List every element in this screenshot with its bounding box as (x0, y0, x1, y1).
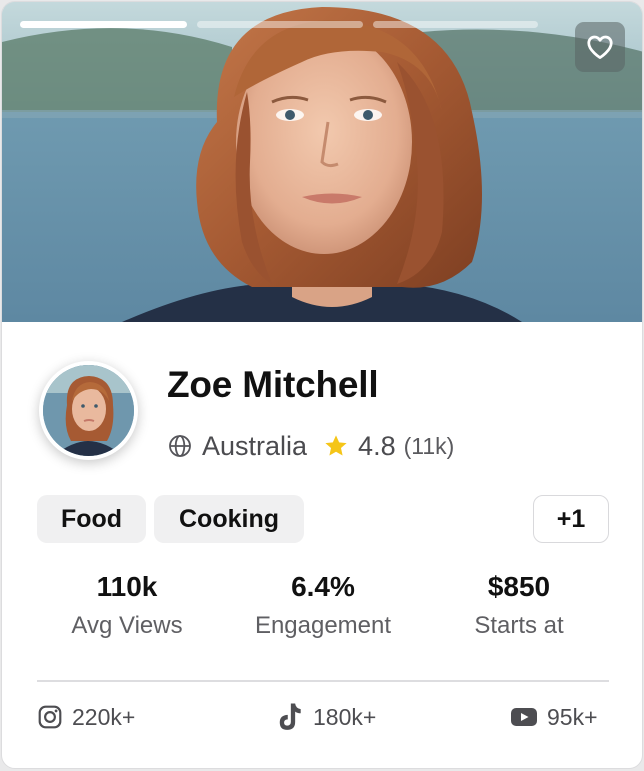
stat-starting-price: $850 Starts at (429, 568, 609, 641)
tag-cooking[interactable]: Cooking (154, 495, 304, 543)
carousel-progress-3[interactable] (373, 21, 538, 28)
stat-label: Avg Views (71, 612, 183, 639)
stat-avg-views: 110k Avg Views (37, 568, 217, 641)
portrait-photo (2, 2, 642, 322)
stat-label: Starts at (474, 612, 564, 639)
star-icon (325, 435, 347, 456)
social-tiktok[interactable]: 180k+ (274, 699, 376, 735)
instagram-icon (37, 704, 63, 730)
favorite-button[interactable] (575, 22, 625, 72)
review-count: (11k) (403, 432, 455, 459)
heart-icon (587, 35, 613, 59)
stat-value: 6.4% (291, 571, 355, 602)
more-tags-button[interactable]: +1 (533, 495, 609, 543)
social-youtube[interactable]: 95k+ (510, 699, 598, 735)
tag-food[interactable]: Food (37, 495, 146, 543)
stat-value: $850 (487, 571, 551, 602)
carousel-progress-2[interactable] (197, 21, 363, 28)
tiktok-followers: 180k+ (313, 703, 377, 730)
social-instagram[interactable]: 220k+ (37, 699, 135, 735)
stat-engagement: 6.4% Engagement (233, 568, 413, 641)
rating-value: 4.8 (358, 430, 396, 461)
youtube-icon (510, 706, 538, 728)
stat-label: Engagement (254, 612, 392, 639)
tiktok-icon (274, 701, 304, 733)
stat-value: 110k (96, 571, 158, 602)
creator-country: Australia (202, 430, 308, 461)
creator-meta: Australia 4.8 (11k) (168, 428, 454, 464)
carousel-progress-1[interactable] (20, 21, 187, 28)
divider (37, 680, 609, 682)
instagram-followers: 220k+ (72, 703, 136, 730)
avatar-photo (43, 365, 134, 456)
youtube-subscribers: 95k+ (547, 703, 598, 730)
globe-icon (169, 435, 191, 457)
creator-card[interactable]: Zoe Mitchell Australia 4.8 (11k) Food Co… (1, 1, 643, 769)
creator-name[interactable]: Zoe Mitchell (167, 364, 379, 406)
hero-photo[interactable] (2, 2, 642, 322)
avatar[interactable] (39, 361, 138, 460)
